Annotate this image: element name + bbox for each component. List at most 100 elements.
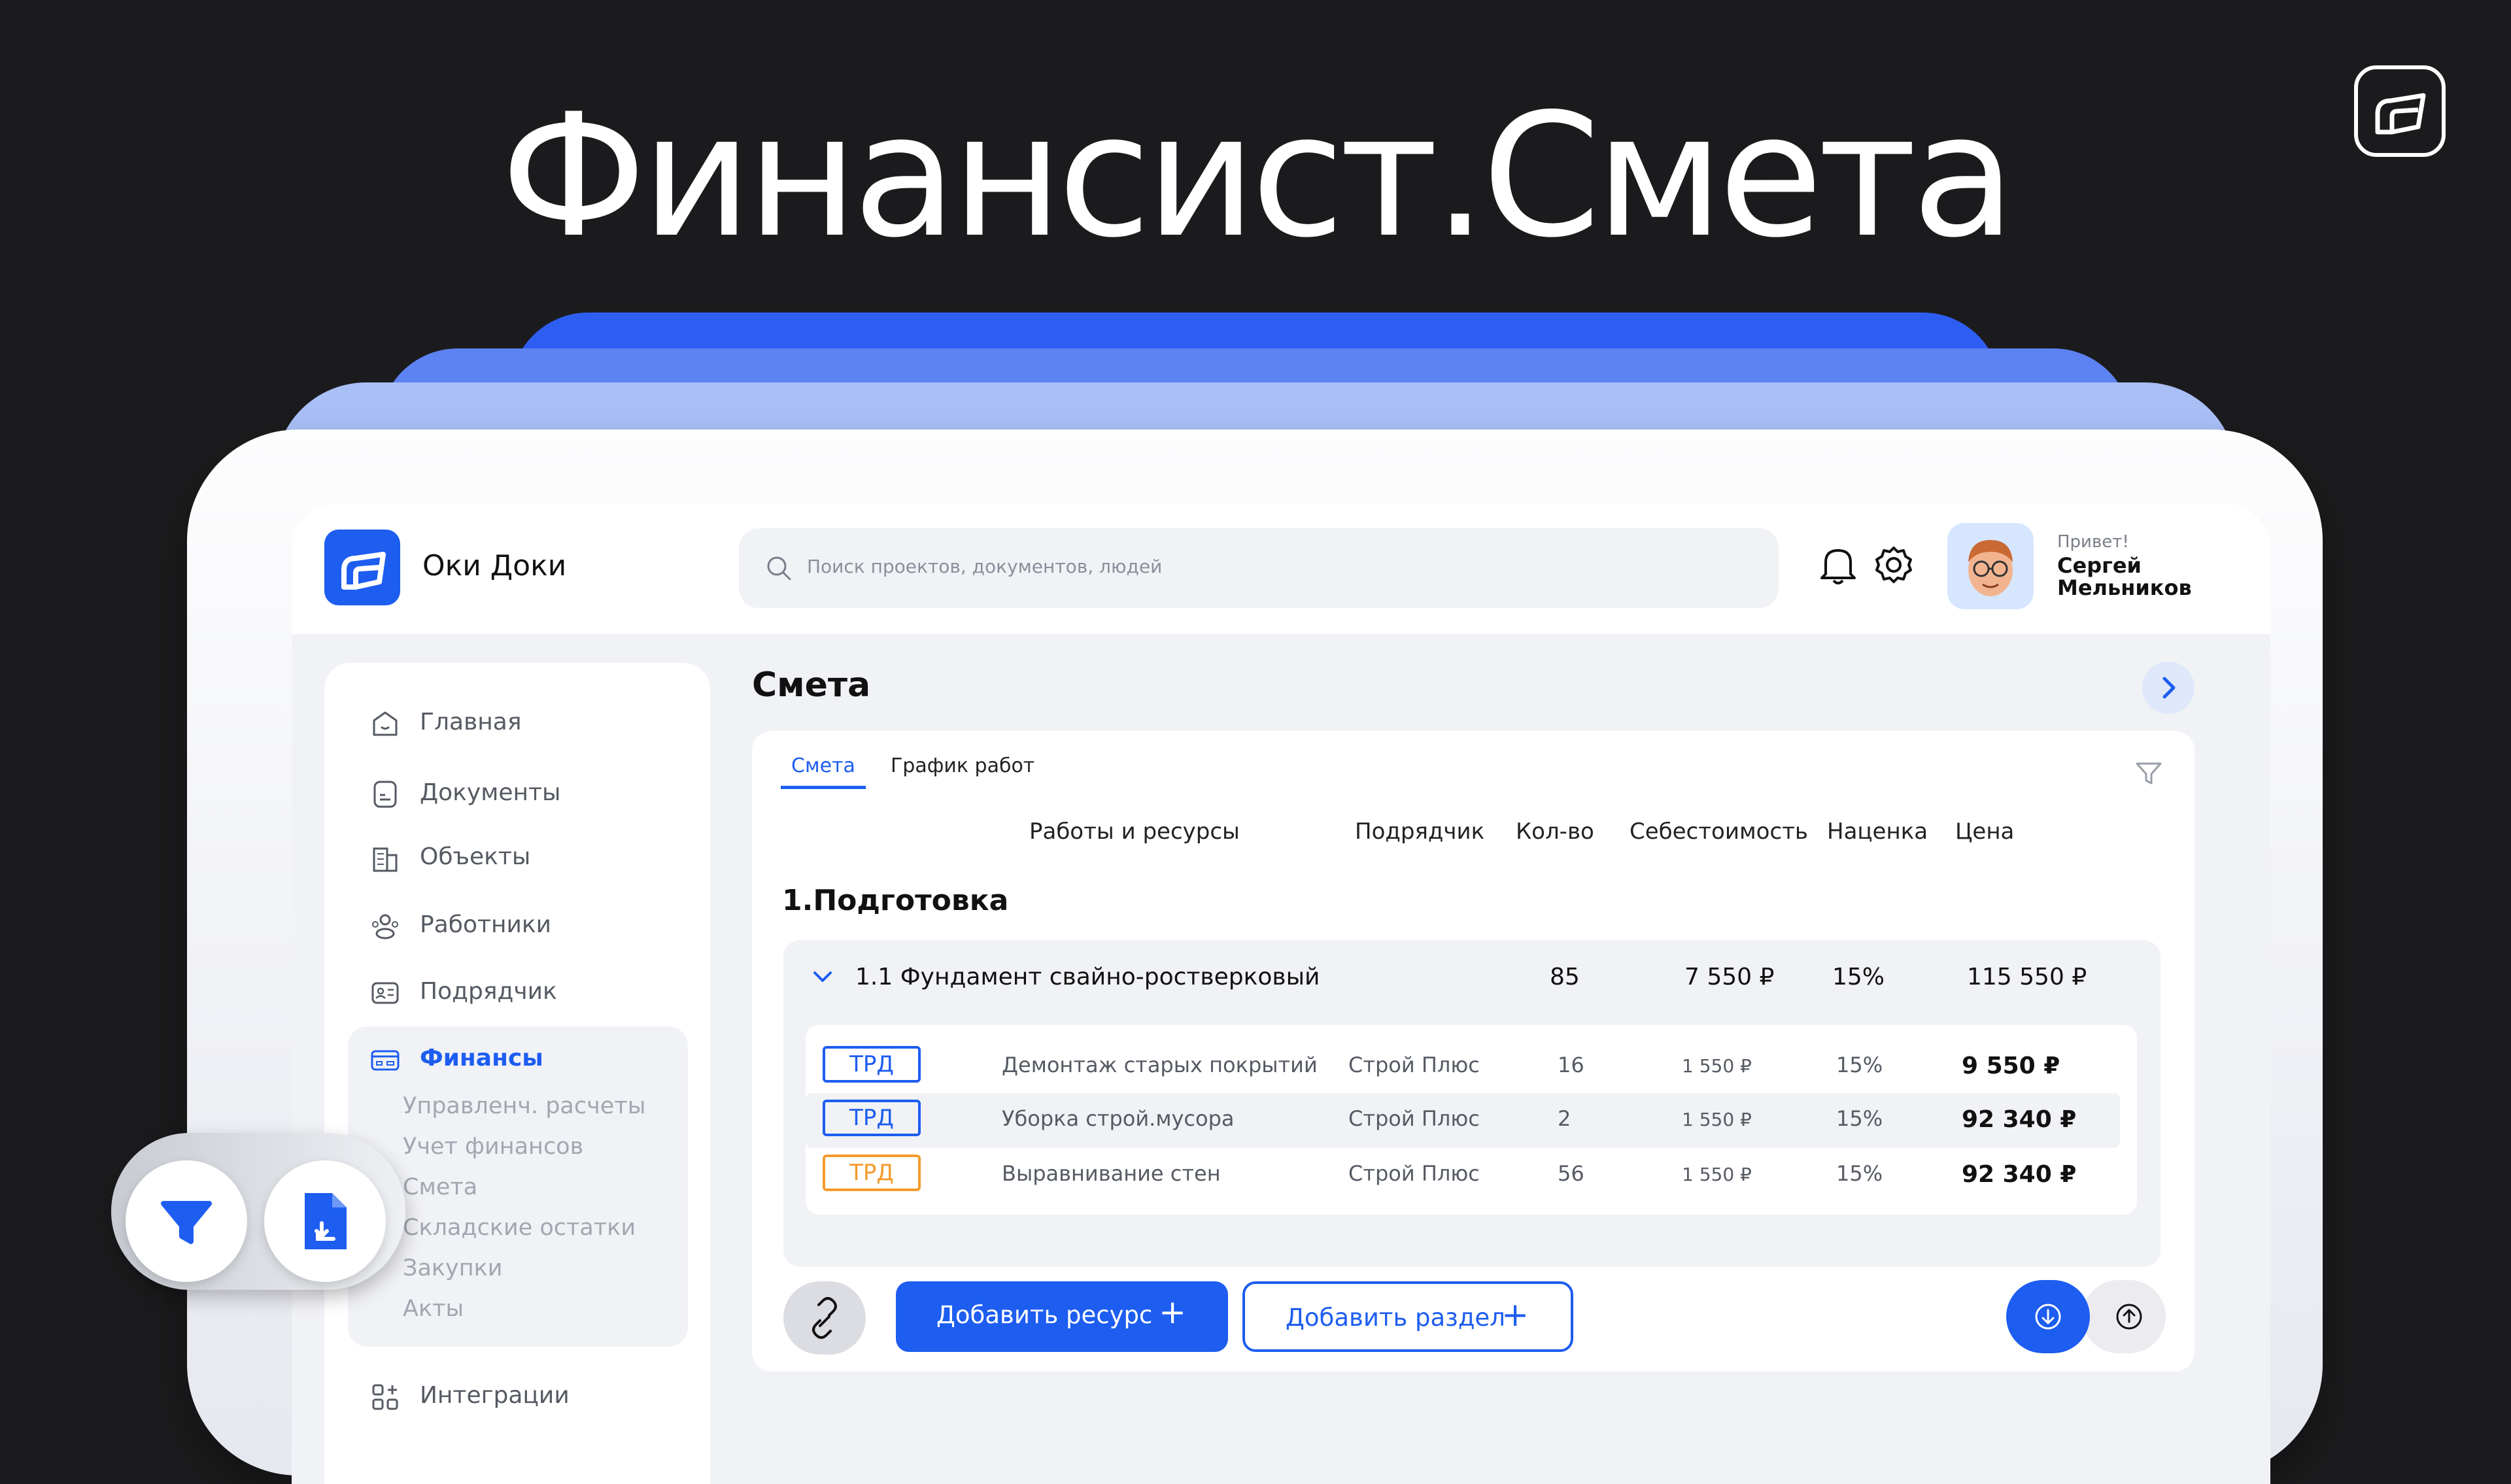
active-tab-indicator: [781, 786, 866, 789]
settings-gear-icon[interactable]: [1873, 544, 1915, 586]
sidebar-item-documents[interactable]: Документы: [348, 764, 688, 816]
sidebar-item-label: Финансы: [420, 1045, 543, 1071]
submenu-item-purchases[interactable]: Закупки: [403, 1255, 503, 1281]
upload-button[interactable]: [2082, 1280, 2166, 1353]
group-name: 1.1 Фундамент свайно-ростверковый: [855, 964, 1320, 990]
filter-icon: [161, 1201, 212, 1244]
plus-icon: +: [1501, 1296, 1529, 1334]
column-header-price: Цена: [1955, 818, 2015, 845]
building-icon: [373, 847, 398, 872]
notification-bell-icon[interactable]: [1818, 544, 1858, 587]
resource-markup: 15%: [1836, 1053, 1883, 1077]
sidebar-item-workers[interactable]: Работники: [348, 896, 688, 948]
search-input[interactable]: Поиск проектов, документов, людей: [739, 528, 1779, 608]
sidebar-item-finance[interactable]: Финансы: [348, 1029, 688, 1081]
sidebar-item-objects[interactable]: Объекты: [348, 828, 688, 880]
resource-price: 92 340 ₽: [1962, 1161, 2077, 1188]
add-section-label: Добавить раздел: [1286, 1304, 1505, 1332]
resource-qty: 56: [1558, 1161, 1584, 1186]
submenu-item-stock[interactable]: Складские остатки: [403, 1215, 636, 1241]
resource-type-badge: ТРД: [823, 1046, 921, 1083]
page-title: Смета: [752, 666, 871, 705]
resource-type-badge: ТРД: [823, 1155, 921, 1191]
add-resource-label: Добавить ресурс: [936, 1301, 1153, 1329]
resource-contractor: Строй Плюс: [1348, 1053, 1480, 1077]
people-icon: [372, 914, 398, 939]
resource-price: 9 550 ₽: [1962, 1053, 2060, 1079]
submenu-item-estimate[interactable]: Смета: [403, 1174, 477, 1200]
sidebar-item-label: Главная: [420, 709, 522, 735]
greeting-text: Привет!: [2057, 532, 2129, 552]
user-avatar[interactable]: [1947, 523, 2034, 609]
chevron-down-icon[interactable]: [810, 964, 836, 990]
column-header-contractor: Подрядчик: [1355, 818, 1485, 845]
floating-action-pill: [111, 1133, 405, 1290]
group-qty: 85: [1550, 964, 1580, 990]
submenu-item-acts[interactable]: Акты: [403, 1296, 464, 1322]
filter-icon[interactable]: [2133, 757, 2164, 788]
group-price: 115 550 ₽: [1967, 964, 2087, 990]
table-row[interactable]: ТРД Уборка строй.мусора Строй Плюс 2 1 5…: [806, 1093, 2120, 1148]
resource-cost: 1 550 ₽: [1682, 1055, 1752, 1077]
link-icon: [812, 1297, 837, 1339]
plus-icon: +: [1159, 1293, 1186, 1331]
export-document-button[interactable]: [264, 1160, 386, 1282]
sidebar-item-integrations[interactable]: Интеграции: [348, 1366, 688, 1419]
resource-qty: 16: [1558, 1053, 1584, 1077]
document-download-icon: [305, 1193, 347, 1249]
table-row[interactable]: ТРД Демонтаж старых покрытий Строй Плюс …: [806, 1039, 2120, 1094]
tab-estimate[interactable]: Смета: [791, 754, 855, 777]
resource-type-badge: ТРД: [823, 1100, 921, 1136]
resource-cost: 1 550 ₽: [1682, 1164, 1752, 1185]
headline: Финансист.Смета: [500, 78, 2016, 275]
section-title: 1.Подготовка: [782, 884, 1009, 917]
tab-schedule[interactable]: График работ: [891, 754, 1034, 777]
sidebar-item-home[interactable]: Главная: [348, 693, 688, 745]
table-row[interactable]: ТРД Выравнивание стен Строй Плюс 56 1 55…: [806, 1148, 2120, 1203]
resource-contractor: Строй Плюс: [1348, 1106, 1480, 1131]
top-bar: Оки Доки Поиск проектов, документов, люд…: [292, 503, 2270, 634]
document-icon: [373, 781, 397, 808]
brand-logo-icon: [2354, 65, 2446, 157]
sidebar-item-contractor[interactable]: Подрядчик: [348, 962, 688, 1015]
add-section-button[interactable]: Добавить раздел +: [1242, 1281, 1573, 1352]
resource-price: 92 340 ₽: [1962, 1106, 2077, 1133]
upload-icon: [2116, 1304, 2142, 1330]
resource-contractor: Строй Плюс: [1348, 1161, 1480, 1186]
resource-name: Уборка строй.мусора: [1002, 1106, 1235, 1131]
copy-link-button[interactable]: [783, 1281, 866, 1355]
sidebar-item-label: Подрядчик: [420, 978, 557, 1005]
add-resource-button[interactable]: Добавить ресурс +: [896, 1281, 1228, 1352]
estimate-group: 1.1 Фундамент свайно-ростверковый 85 7 5…: [783, 940, 2161, 1267]
chevron-right-icon: [2162, 677, 2176, 699]
sidebar-item-label: Документы: [420, 779, 561, 806]
group-cost: 7 550 ₽: [1684, 964, 1775, 990]
resource-qty: 2: [1558, 1106, 1571, 1131]
app-name: Оки Доки: [422, 549, 567, 582]
download-button[interactable]: [2006, 1280, 2090, 1353]
column-header-markup: Наценка: [1827, 818, 1928, 845]
estimate-card: Смета График работ Работы и ресурсы Подр…: [752, 731, 2195, 1372]
submenu-item-management[interactable]: Управленч. расчеты: [403, 1093, 645, 1119]
app-window: Оки Доки Поиск проектов, документов, люд…: [292, 503, 2270, 1484]
user-name: Сергей Мельников: [2057, 553, 2192, 600]
resource-name: Выравнивание стен: [1002, 1161, 1221, 1186]
home-icon: [373, 711, 398, 736]
expand-panel-button[interactable]: [2142, 662, 2195, 714]
app-logo-icon[interactable]: [324, 530, 400, 605]
group-markup: 15%: [1832, 964, 1885, 990]
column-header-works: Работы и ресурсы: [1029, 818, 1240, 845]
sidebar: Главная Документы Объекты Работники Подр…: [324, 663, 710, 1484]
download-icon: [2035, 1304, 2061, 1330]
resource-markup: 15%: [1836, 1161, 1883, 1186]
search-placeholder: Поиск проектов, документов, людей: [807, 556, 1163, 577]
card-icon: [371, 1050, 400, 1071]
submenu-item-accounting[interactable]: Учет финансов: [403, 1134, 583, 1160]
sidebar-item-label: Работники: [420, 911, 552, 938]
column-header-cost: Себестоимость: [1630, 818, 1808, 845]
resource-cost: 1 550 ₽: [1682, 1109, 1752, 1130]
filter-button[interactable]: [126, 1160, 247, 1282]
sidebar-item-label: Объекты: [420, 843, 531, 870]
search-icon: [767, 556, 791, 581]
resource-name: Демонтаж старых покрытий: [1002, 1053, 1318, 1077]
